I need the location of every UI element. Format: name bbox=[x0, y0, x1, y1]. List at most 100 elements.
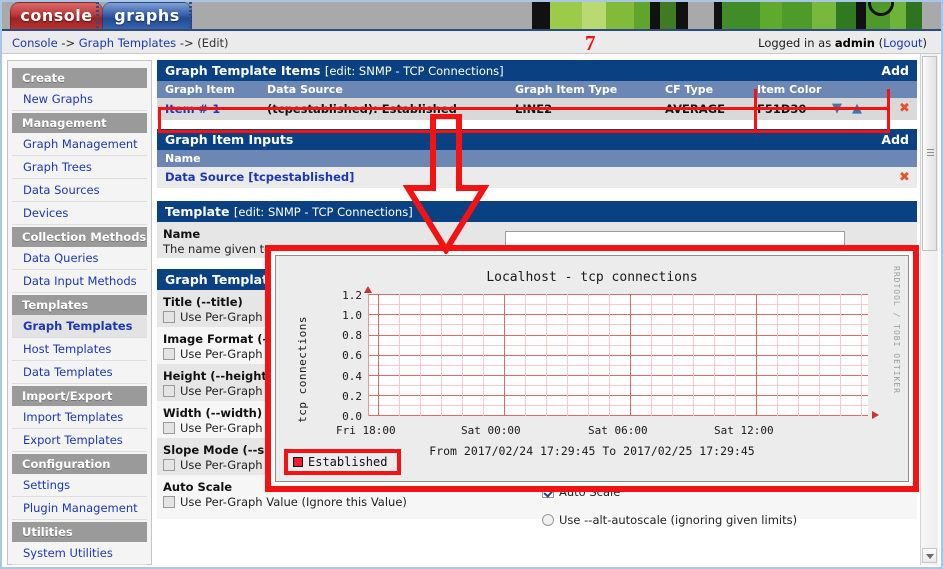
graph-item-link[interactable]: Item # 1 bbox=[165, 102, 220, 116]
x-tick-3: Sat 06:00 bbox=[588, 424, 648, 437]
sidebar-item-graph-trees[interactable]: Graph Trees bbox=[12, 156, 147, 179]
field-auto-scale-checkbox[interactable] bbox=[163, 496, 175, 508]
cell-data-source: (tcpestablished): Established bbox=[267, 102, 457, 116]
tab-console-label: console bbox=[20, 6, 93, 25]
sidebar-group-configuration: Configuration bbox=[12, 454, 147, 474]
template-subtitle: [edit: SNMP - TCP Connections] bbox=[233, 205, 413, 219]
arrow-up-icon[interactable]: ▲ bbox=[852, 98, 862, 120]
column-name: Name bbox=[165, 152, 201, 165]
sidebar-item-import-templates[interactable]: Import Templates bbox=[12, 406, 147, 429]
field-width-checkbox[interactable] bbox=[163, 422, 175, 434]
page-banner: console graphs bbox=[2, 2, 941, 29]
sidebar-group-create: Create bbox=[12, 68, 147, 88]
sidebar-item-system-utilities[interactable]: System Utilities bbox=[12, 542, 147, 565]
add-graph-template-item-button[interactable]: Add bbox=[881, 60, 909, 81]
graph-template-items-header: Graph Template Items [edit: SNMP - TCP C… bbox=[157, 60, 917, 81]
arrow-down-icon[interactable]: ▼ bbox=[832, 98, 842, 120]
sidebar-item-new-graphs[interactable]: New Graphs bbox=[12, 88, 147, 111]
scroll-down-arrow-icon[interactable] bbox=[922, 548, 937, 563]
y-tick-6: 0.2 bbox=[342, 390, 362, 403]
tab-graphs[interactable]: graphs bbox=[102, 2, 192, 29]
cell-graph-item-type: LINE2 bbox=[515, 102, 553, 116]
column-graph-item: Graph Item bbox=[165, 83, 235, 96]
column-item-color: Item Color bbox=[757, 83, 822, 96]
y-tick-4: 0.6 bbox=[342, 349, 362, 362]
sidebar-item-host-templates[interactable]: Host Templates bbox=[12, 338, 147, 361]
breadcrumb-console-link[interactable]: Console bbox=[12, 36, 58, 50]
add-graph-item-input-button[interactable]: Add bbox=[881, 129, 909, 150]
login-status: Logged in as admin (Logout) bbox=[758, 36, 927, 50]
column-cf-type: CF Type bbox=[665, 83, 714, 96]
sidebar-item-data-queries[interactable]: Data Queries bbox=[12, 247, 147, 270]
tab-graphs-label: graphs bbox=[114, 6, 180, 25]
sidebar-item-data-templates[interactable]: Data Templates bbox=[12, 361, 147, 384]
y-tick-7: 0.0 bbox=[342, 410, 362, 423]
sidebar-group-management: Management bbox=[12, 113, 147, 133]
sidebar-group-import-export: Import/Export bbox=[12, 386, 147, 406]
graph-template-title: Graph Template bbox=[165, 272, 277, 287]
tab-console[interactable]: console bbox=[10, 2, 103, 29]
row-spacer-2 bbox=[157, 188, 917, 201]
page-scrollbar[interactable] bbox=[920, 54, 938, 565]
breadcrumb-graph-templates-link[interactable]: Graph Templates bbox=[79, 36, 176, 50]
column-data-source: Data Source bbox=[267, 83, 343, 96]
login-prefix: Logged in as bbox=[758, 36, 832, 50]
cell-cf-type: AVERAGE bbox=[665, 102, 725, 116]
y-tick-3: 0.8 bbox=[342, 329, 362, 342]
chart-legend: Established bbox=[284, 449, 402, 475]
scrollbar-thumb[interactable] bbox=[922, 56, 937, 251]
y-axis-arrow-icon bbox=[364, 286, 372, 293]
logout-link[interactable]: Logout bbox=[883, 36, 922, 50]
field-title-checkbox[interactable] bbox=[163, 311, 175, 323]
legend-color-swatch bbox=[293, 457, 303, 467]
x-axis-arrow-icon bbox=[872, 411, 879, 419]
field-slope-mode-checkbox[interactable] bbox=[163, 459, 175, 471]
column-graph-item-type: Graph Item Type bbox=[515, 83, 618, 96]
breadcrumb-sep-2: -> bbox=[179, 36, 194, 50]
graph-item-inputs-columns: Name bbox=[157, 150, 917, 167]
sidebar-group-collection-methods: Collection Methods bbox=[12, 227, 147, 247]
sidebar-item-data-sources[interactable]: Data Sources bbox=[12, 179, 147, 202]
graph-template-items-subtitle: [edit: SNMP - TCP Connections] bbox=[324, 64, 504, 78]
field-image-format-checkbox[interactable] bbox=[163, 348, 175, 360]
graph-template-items-columns: Graph Item Data Source Graph Item Type C… bbox=[157, 81, 917, 98]
sidebar-item-export-templates[interactable]: Export Templates bbox=[12, 429, 147, 452]
x-tick-1: Fri 18:00 bbox=[336, 424, 396, 437]
cacti-graph-template-edit-page: console graphs Console -> Graph Template… bbox=[0, 0, 943, 569]
delete-x-icon[interactable]: ✖ bbox=[899, 167, 910, 188]
template-header: Template [edit: SNMP - TCP Connections] bbox=[157, 201, 917, 222]
sidebar-item-data-input-methods[interactable]: Data Input Methods bbox=[12, 270, 147, 293]
alt-autoscale-label: Use --alt-autoscale (ignoring given limi… bbox=[559, 513, 798, 527]
cell-item-color: F51D30 bbox=[757, 102, 807, 116]
chart-title: Localhost - tcp connections bbox=[486, 270, 698, 285]
row-spacer-1 bbox=[157, 120, 917, 129]
breadcrumb: Console -> Graph Templates -> (Edit) bbox=[12, 36, 229, 50]
sidebar-item-user-management[interactable]: User Management bbox=[12, 565, 147, 567]
table-row[interactable]: Data Source [tcpestablished] ✖ bbox=[157, 167, 917, 188]
scrollbar-track[interactable] bbox=[921, 54, 938, 565]
y-tick-5: 0.4 bbox=[342, 370, 362, 383]
sidebar-item-graph-management[interactable]: Graph Management bbox=[12, 133, 147, 156]
chart-plot-area bbox=[368, 294, 868, 416]
graph-template-items-title: Graph Template Items bbox=[165, 63, 321, 78]
template-title: Template bbox=[165, 204, 230, 219]
graph-preview-overlay: Localhost - tcp connections tcp connecti… bbox=[265, 245, 919, 492]
breadcrumb-sep-1: -> bbox=[61, 36, 76, 50]
breadcrumb-bar: Console -> Graph Templates -> (Edit) Log… bbox=[2, 29, 941, 54]
field-auto-scale-option: Use Per-Graph Value (Ignore this Value) bbox=[180, 495, 407, 509]
sidebar-item-settings[interactable]: Settings bbox=[12, 474, 147, 497]
graph-item-inputs-title: Graph Item Inputs bbox=[165, 132, 294, 147]
sidebar-item-graph-templates[interactable]: Graph Templates bbox=[12, 315, 147, 338]
cacti-logo-graphic bbox=[532, 2, 922, 29]
y-tick-2: 1.0 bbox=[342, 309, 362, 322]
scrollbar-grip-icon bbox=[927, 149, 934, 156]
sidebar-item-devices[interactable]: Devices bbox=[12, 202, 147, 225]
alt-autoscale-radio[interactable] bbox=[542, 514, 554, 526]
table-row[interactable]: Item # 1 (tcpestablished): Established L… bbox=[157, 98, 917, 120]
input-name-link[interactable]: Data Source [tcpestablished] bbox=[165, 170, 354, 184]
login-paren-close: ) bbox=[922, 36, 928, 50]
sidebar-navigation: Create New Graphs Management Graph Manag… bbox=[7, 60, 152, 565]
field-height-checkbox[interactable] bbox=[163, 385, 175, 397]
sidebar-item-plugin-management[interactable]: Plugin Management bbox=[12, 497, 147, 520]
delete-x-icon[interactable]: ✖ bbox=[899, 98, 910, 120]
